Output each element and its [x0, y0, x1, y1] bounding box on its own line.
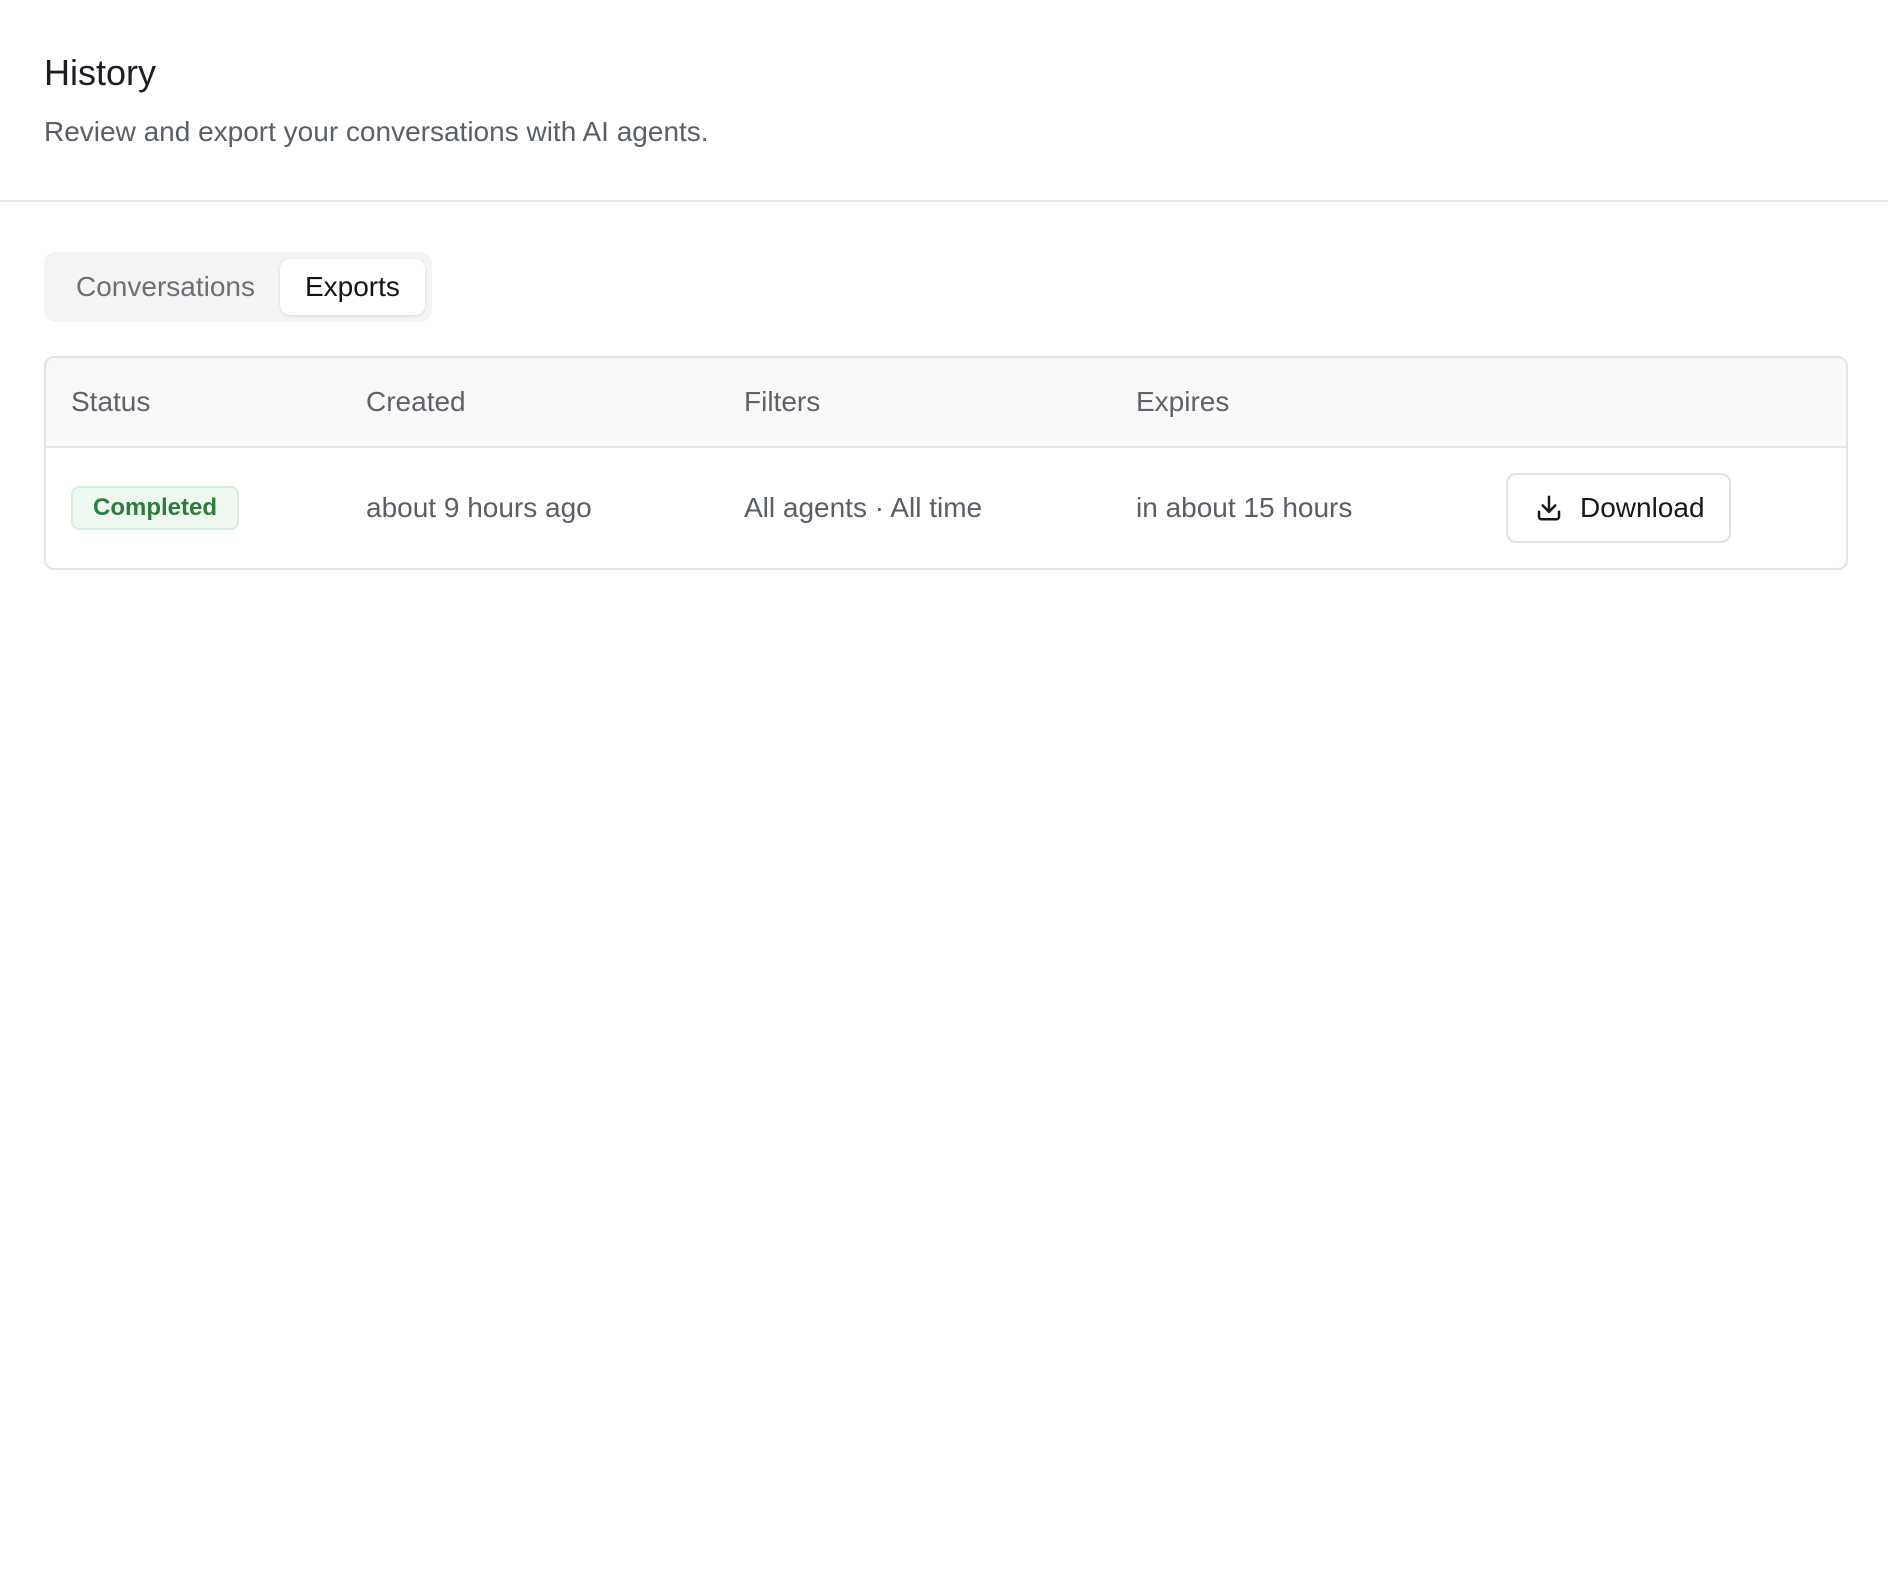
table-row: Completed about 9 hours ago All agents ·…	[46, 448, 1846, 568]
column-header-expires: Expires	[1136, 386, 1230, 417]
created-cell: about 9 hours ago	[366, 492, 592, 523]
tab-conversations[interactable]: Conversations	[51, 259, 280, 315]
status-badge: Completed	[71, 486, 240, 530]
page-header: History Review and export your conversat…	[0, 0, 1888, 202]
tab-bar: Conversations Exports	[44, 252, 432, 322]
table-header-row: Status Created Filters Expires	[46, 358, 1846, 448]
expires-cell: in about 15 hours	[1136, 492, 1353, 523]
page-subtitle: Review and export your conversations wit…	[44, 116, 709, 147]
column-header-status: Status	[71, 386, 151, 417]
page-title: History	[44, 52, 157, 93]
column-header-created: Created	[366, 386, 466, 417]
download-button[interactable]: Download	[1506, 473, 1731, 543]
tab-exports[interactable]: Exports	[279, 259, 425, 315]
exports-table: Status Created Filters Expires Completed…	[44, 356, 1848, 570]
main-content: Conversations Exports Status Created Fil…	[0, 202, 1888, 570]
download-button-label: Download	[1580, 492, 1705, 523]
download-icon	[1534, 493, 1564, 523]
column-header-filters: Filters	[744, 386, 821, 417]
status-cell: Completed	[46, 486, 341, 530]
actions-cell: Download	[1471, 473, 1846, 543]
filters-cell: All agents · All time	[744, 492, 983, 523]
